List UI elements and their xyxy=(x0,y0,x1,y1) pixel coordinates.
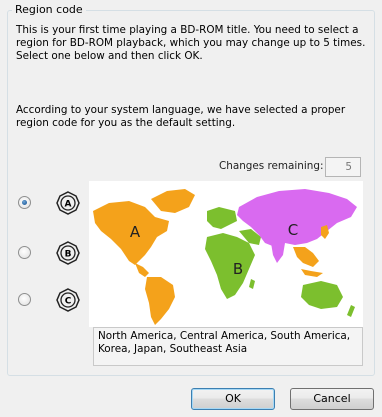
map-label-b: B xyxy=(233,260,243,278)
region-b-logo-letter: B xyxy=(65,250,72,260)
map-new-zealand xyxy=(347,305,355,317)
region-a-radio[interactable] xyxy=(18,196,31,209)
map-india xyxy=(271,243,285,263)
map-central-america xyxy=(135,263,149,277)
language-note-text: According to your system language, we ha… xyxy=(16,104,346,129)
intro-text: This is your first time playing a BD-ROM… xyxy=(16,24,366,62)
region-description: North America, Central America, South Am… xyxy=(93,327,363,366)
region-c-radio[interactable] xyxy=(18,293,31,306)
changes-remaining-label: Changes remaining: xyxy=(219,160,324,172)
group-title: Region code xyxy=(12,4,86,16)
region-c-logo-letter: C xyxy=(65,297,72,307)
cancel-button[interactable]: Cancel xyxy=(290,388,374,410)
ok-button[interactable]: OK xyxy=(191,388,275,410)
map-southeast-asia xyxy=(293,247,319,267)
map-madagascar xyxy=(249,279,255,289)
map-indonesia xyxy=(301,269,323,277)
map-south-america xyxy=(145,277,175,325)
map-label-c: C xyxy=(288,221,298,239)
region-c-logo-icon: C xyxy=(56,288,80,312)
map-africa xyxy=(205,233,255,299)
region-a-logo-letter: A xyxy=(65,200,72,210)
changes-remaining-field: 5 xyxy=(325,157,361,177)
region-a-logo-icon: A xyxy=(56,191,80,215)
region-map[interactable]: A B C xyxy=(89,181,363,327)
map-australia xyxy=(301,281,343,309)
region-b-logo-icon: B xyxy=(56,241,80,265)
map-europe xyxy=(207,207,237,229)
map-greenland xyxy=(151,189,195,213)
world-map-icon: A B C xyxy=(93,189,357,325)
region-b-radio[interactable] xyxy=(18,246,31,259)
map-label-a: A xyxy=(130,223,141,241)
